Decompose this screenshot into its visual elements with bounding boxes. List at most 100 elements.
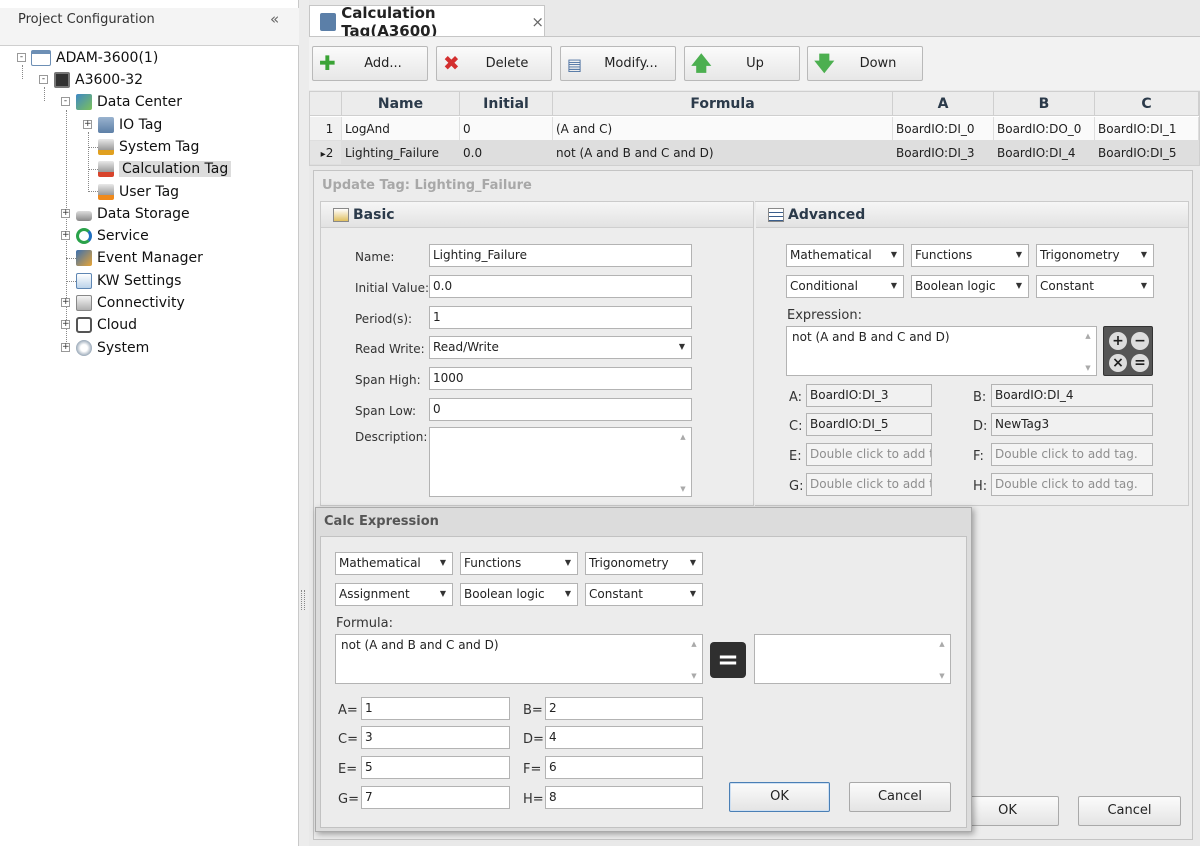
scroll-up-icon[interactable]: ▲ <box>1082 331 1094 341</box>
cell-a[interactable]: BoardIO:DI_0 <box>893 117 994 141</box>
var-h-field[interactable]: 8 <box>545 786 703 809</box>
cell-c[interactable]: BoardIO:DI_1 <box>1095 117 1199 141</box>
calc-boolean-logic-select[interactable]: Boolean logic <box>460 583 578 606</box>
mathematical-select[interactable]: Mathematical <box>786 244 904 267</box>
tree-item-io-tag[interactable]: IO Tag <box>98 114 162 136</box>
tree-item-kw-settings[interactable]: KW Settings <box>76 270 181 292</box>
collapse-icon[interactable]: - <box>39 75 48 84</box>
scroll-down-icon[interactable]: ▼ <box>688 671 700 681</box>
scroll-up-icon[interactable]: ▲ <box>677 432 689 442</box>
scroll-down-icon[interactable]: ▼ <box>1082 363 1094 373</box>
cell-a[interactable]: BoardIO:DI_3 <box>893 141 994 165</box>
tree-item-cloud[interactable]: Cloud <box>76 314 137 336</box>
var-c-field[interactable]: 3 <box>361 726 510 749</box>
tag-g-field[interactable]: Double click to add tag. <box>806 473 932 496</box>
var-f-field[interactable]: 6 <box>545 756 703 779</box>
tree-item-adam-3600[interactable]: ADAM-3600(1) <box>31 47 158 69</box>
calc-mathematical-select[interactable]: Mathematical <box>335 552 453 575</box>
tag-c-field[interactable]: BoardIO:DI_5 <box>806 413 932 436</box>
scroll-down-icon[interactable]: ▼ <box>677 484 689 494</box>
tag-e-field[interactable]: Double click to add tag. <box>806 443 932 466</box>
description-field[interactable]: ▲ ▼ <box>429 427 692 497</box>
splitter-grip-icon[interactable] <box>301 590 305 610</box>
cell-initial-value[interactable]: 0.0 <box>460 141 553 165</box>
tree-item-system-tag[interactable]: System Tag <box>98 136 199 158</box>
tree-item-a3600-32[interactable]: A3600-32 <box>54 69 143 91</box>
tag-h-field[interactable]: Double click to add tag. <box>991 473 1153 496</box>
close-tab-icon[interactable]: × <box>531 13 544 31</box>
tree-item-event-manager[interactable]: Event Manager <box>76 247 203 269</box>
column-header-formula[interactable]: Formula <box>553 92 893 116</box>
var-e-field[interactable]: 5 <box>361 756 510 779</box>
calc-constant-select[interactable]: Constant <box>585 583 703 606</box>
expand-icon[interactable]: + <box>61 298 70 307</box>
modify-button[interactable]: ▤ Modify... <box>560 46 676 81</box>
cell-formula[interactable]: (A and C) <box>553 117 893 141</box>
read-write-select[interactable]: Read/Write <box>429 336 692 359</box>
collapse-panel-icon[interactable]: « <box>270 10 279 28</box>
cell-b[interactable]: BoardIO:DI_4 <box>994 141 1095 165</box>
delete-button[interactable]: ✖ Delete <box>436 46 552 81</box>
expand-icon[interactable]: + <box>61 209 70 218</box>
expand-icon[interactable]: + <box>61 320 70 329</box>
cell-initial-value[interactable]: 0 <box>460 117 553 141</box>
var-a-field[interactable]: 1 <box>361 697 510 720</box>
column-header-initial-value[interactable]: Initial Value <box>460 92 553 136</box>
tree-item-service[interactable]: Service <box>76 225 149 247</box>
column-header-a[interactable]: A <box>893 92 994 116</box>
period-field[interactable]: 1 <box>429 306 692 329</box>
tag-d-field[interactable]: NewTag3 <box>991 413 1153 436</box>
update-cancel-button[interactable]: Cancel <box>1078 796 1181 826</box>
tree-item-connectivity[interactable]: Connectivity <box>76 292 185 314</box>
panel-splitter[interactable] <box>299 0 309 846</box>
tag-f-field[interactable]: Double click to add tag. <box>991 443 1153 466</box>
trigonometry-select[interactable]: Trigonometry <box>1036 244 1154 267</box>
move-down-button[interactable]: 🡇 Down <box>807 46 923 81</box>
column-header-c[interactable]: C <box>1095 92 1199 116</box>
tag-a-field[interactable]: BoardIO:DI_3 <box>806 384 932 407</box>
functions-select[interactable]: Functions <box>911 244 1029 267</box>
move-up-button[interactable]: 🡅 Up <box>684 46 800 81</box>
expression-field[interactable]: not (A and B and C and D) ▲ ▼ <box>786 326 1097 376</box>
tag-b-field[interactable]: BoardIO:DI_4 <box>991 384 1153 407</box>
tree-item-calculation-tag[interactable]: Calculation Tag <box>98 158 232 180</box>
span-high-field[interactable]: 1000 <box>429 367 692 390</box>
scroll-down-icon[interactable]: ▼ <box>936 671 948 681</box>
collapse-icon[interactable]: - <box>61 97 70 106</box>
cell-c[interactable]: BoardIO:DI_5 <box>1095 141 1199 165</box>
tree-item-system[interactable]: System <box>76 337 149 359</box>
tree-item-data-storage[interactable]: Data Storage <box>76 203 190 225</box>
var-d-field[interactable]: 4 <box>545 726 703 749</box>
name-field[interactable]: Lighting_Failure <box>429 244 692 267</box>
calc-functions-select[interactable]: Functions <box>460 552 578 575</box>
cell-b[interactable]: BoardIO:DO_0 <box>994 117 1095 141</box>
conditional-select[interactable]: Conditional <box>786 275 904 298</box>
calc-ok-button[interactable]: OK <box>729 782 830 812</box>
tree-item-data-center[interactable]: Data Center <box>76 91 182 113</box>
expand-icon[interactable]: + <box>61 231 70 240</box>
result-field[interactable]: ▲ ▼ <box>754 634 951 684</box>
add-button[interactable]: ✚ Add... <box>312 46 428 81</box>
calc-cancel-button[interactable]: Cancel <box>849 782 951 812</box>
span-low-field[interactable]: 0 <box>429 398 692 421</box>
initial-value-field[interactable]: 0.0 <box>429 275 692 298</box>
scroll-up-icon[interactable]: ▲ <box>936 639 948 649</box>
formula-field[interactable]: not (A and B and C and D) ▲ ▼ <box>335 634 703 684</box>
collapse-icon[interactable]: - <box>17 53 26 62</box>
evaluate-equals-button[interactable]: = <box>710 642 746 678</box>
var-b-field[interactable]: 2 <box>545 697 703 720</box>
constant-select[interactable]: Constant <box>1036 275 1154 298</box>
cell-formula[interactable]: not (A and B and C and D) <box>553 141 893 165</box>
calculator-button[interactable]: + − × = <box>1103 326 1153 376</box>
column-header-b[interactable]: B <box>994 92 1095 116</box>
expand-icon[interactable]: + <box>83 120 92 129</box>
scroll-up-icon[interactable]: ▲ <box>688 639 700 649</box>
var-g-field[interactable]: 7 <box>361 786 510 809</box>
calc-trigonometry-select[interactable]: Trigonometry <box>585 552 703 575</box>
tree-item-user-tag[interactable]: User Tag <box>98 181 179 203</box>
tab-calculation-tag[interactable]: Calculation Tag(A3600) × <box>309 4 545 40</box>
expand-icon[interactable]: + <box>61 343 70 352</box>
calc-assignment-select[interactable]: Assignment <box>335 583 453 606</box>
cell-name[interactable]: LogAnd <box>342 117 460 141</box>
cell-name[interactable]: Lighting_Failure <box>342 141 460 165</box>
